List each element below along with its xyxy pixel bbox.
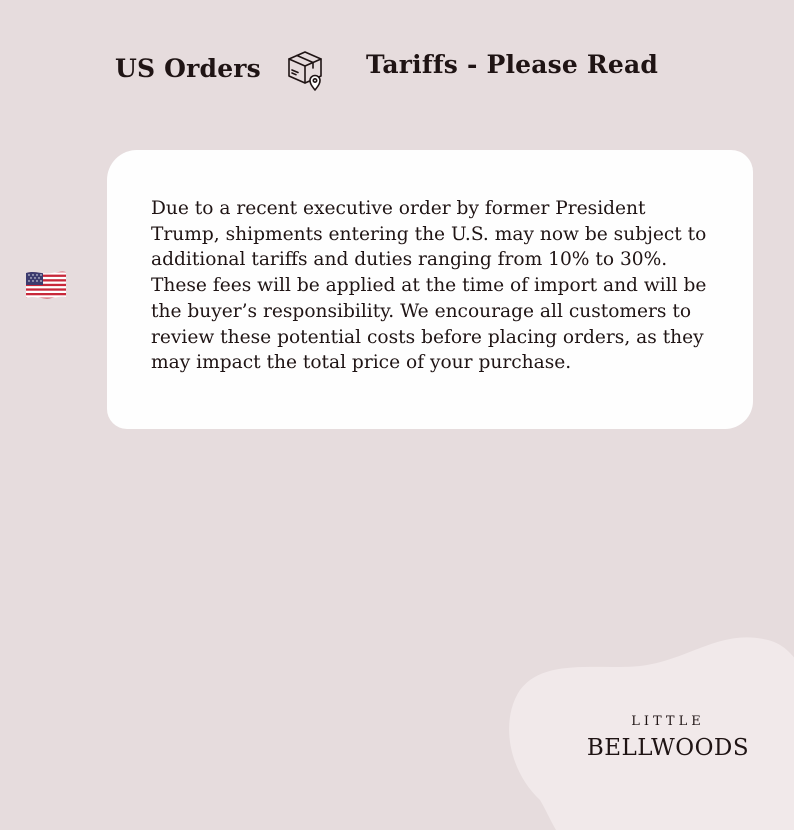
- notice-line: may impact the total price of your purch…: [151, 352, 572, 374]
- brand-bellwoods: BELLWOODS: [586, 735, 750, 761]
- notice-text: Due to a recent executive order by forme…: [151, 196, 741, 376]
- decorative-blob: [509, 637, 794, 830]
- us-flag-icon: [26, 271, 66, 299]
- notice-line: These fees will be applied at the time o…: [151, 275, 707, 297]
- notice-line: Trump, shipments entering the U.S. may n…: [151, 223, 707, 245]
- notice-line: the buyer’s responsibility. We encourage…: [151, 300, 692, 322]
- notice-line: additional tariffs and duties ranging fr…: [151, 249, 668, 271]
- notice-line: Due to a recent executive order by forme…: [151, 198, 646, 219]
- brand-little: LITTLE: [631, 714, 705, 729]
- us-orders-heading: US Orders: [115, 54, 261, 83]
- notice-line: review these potential costs before plac…: [151, 326, 704, 348]
- tariffs-heading: Tariffs - Please Read: [366, 50, 659, 79]
- package-location-icon: [288, 51, 322, 91]
